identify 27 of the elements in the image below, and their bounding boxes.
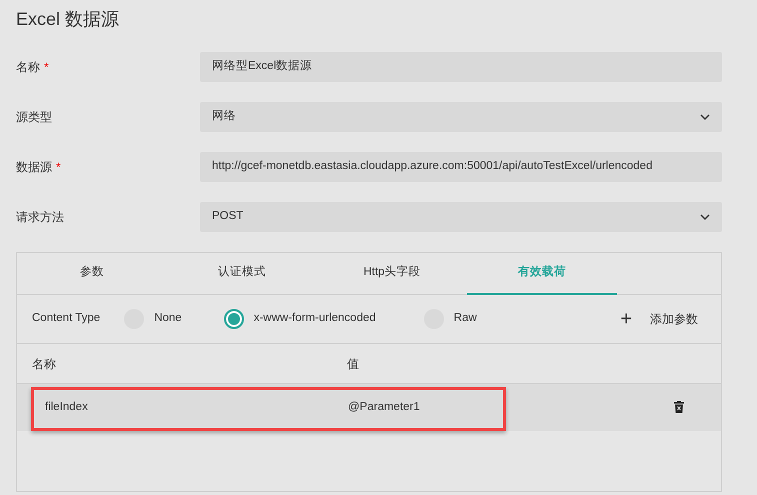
page-title: Excel 数据源: [16, 8, 120, 31]
input-field[interactable]: http://gcef-monetdb.eastasia.cloudapp.azure.com:50001/api/autoTestExcel/urlencoded: [200, 152, 722, 182]
radio-option[interactable]: None: [124, 309, 182, 329]
chevron-down-icon: [700, 214, 710, 220]
field-label: 数据源: [16, 159, 52, 176]
tab[interactable]: Http头字段: [317, 253, 467, 295]
required-asterisk: *: [56, 159, 61, 176]
field-label: 名称: [16, 59, 40, 76]
content-type-label: Content Type: [32, 311, 100, 326]
tab[interactable]: 参数: [17, 253, 167, 295]
column-header: 名称: [32, 356, 57, 372]
radio-option[interactable]: x-www-form-urlencoded: [224, 309, 376, 329]
table-cell-text: fileIndex: [44, 400, 89, 415]
tab[interactable]: 认证模式: [167, 253, 317, 295]
dropdown-field[interactable]: POST: [200, 202, 722, 232]
trash-icon[interactable]: [674, 400, 684, 413]
table-cell-text: @Parameter1: [348, 400, 420, 415]
column-header: 值: [347, 356, 359, 372]
chevron-down-icon: [700, 114, 710, 120]
field-label: 源类型: [16, 109, 52, 126]
field-label: 请求方法: [16, 209, 64, 226]
plus-icon[interactable]: +: [620, 304, 632, 334]
dropdown-field[interactable]: 网络: [200, 102, 722, 132]
radio-option[interactable]: Raw: [424, 309, 477, 329]
required-asterisk: *: [44, 59, 49, 76]
add-parameter-button[interactable]: 添加参数: [650, 310, 698, 328]
input-field[interactable]: 网络型Excel数据源: [200, 52, 722, 82]
